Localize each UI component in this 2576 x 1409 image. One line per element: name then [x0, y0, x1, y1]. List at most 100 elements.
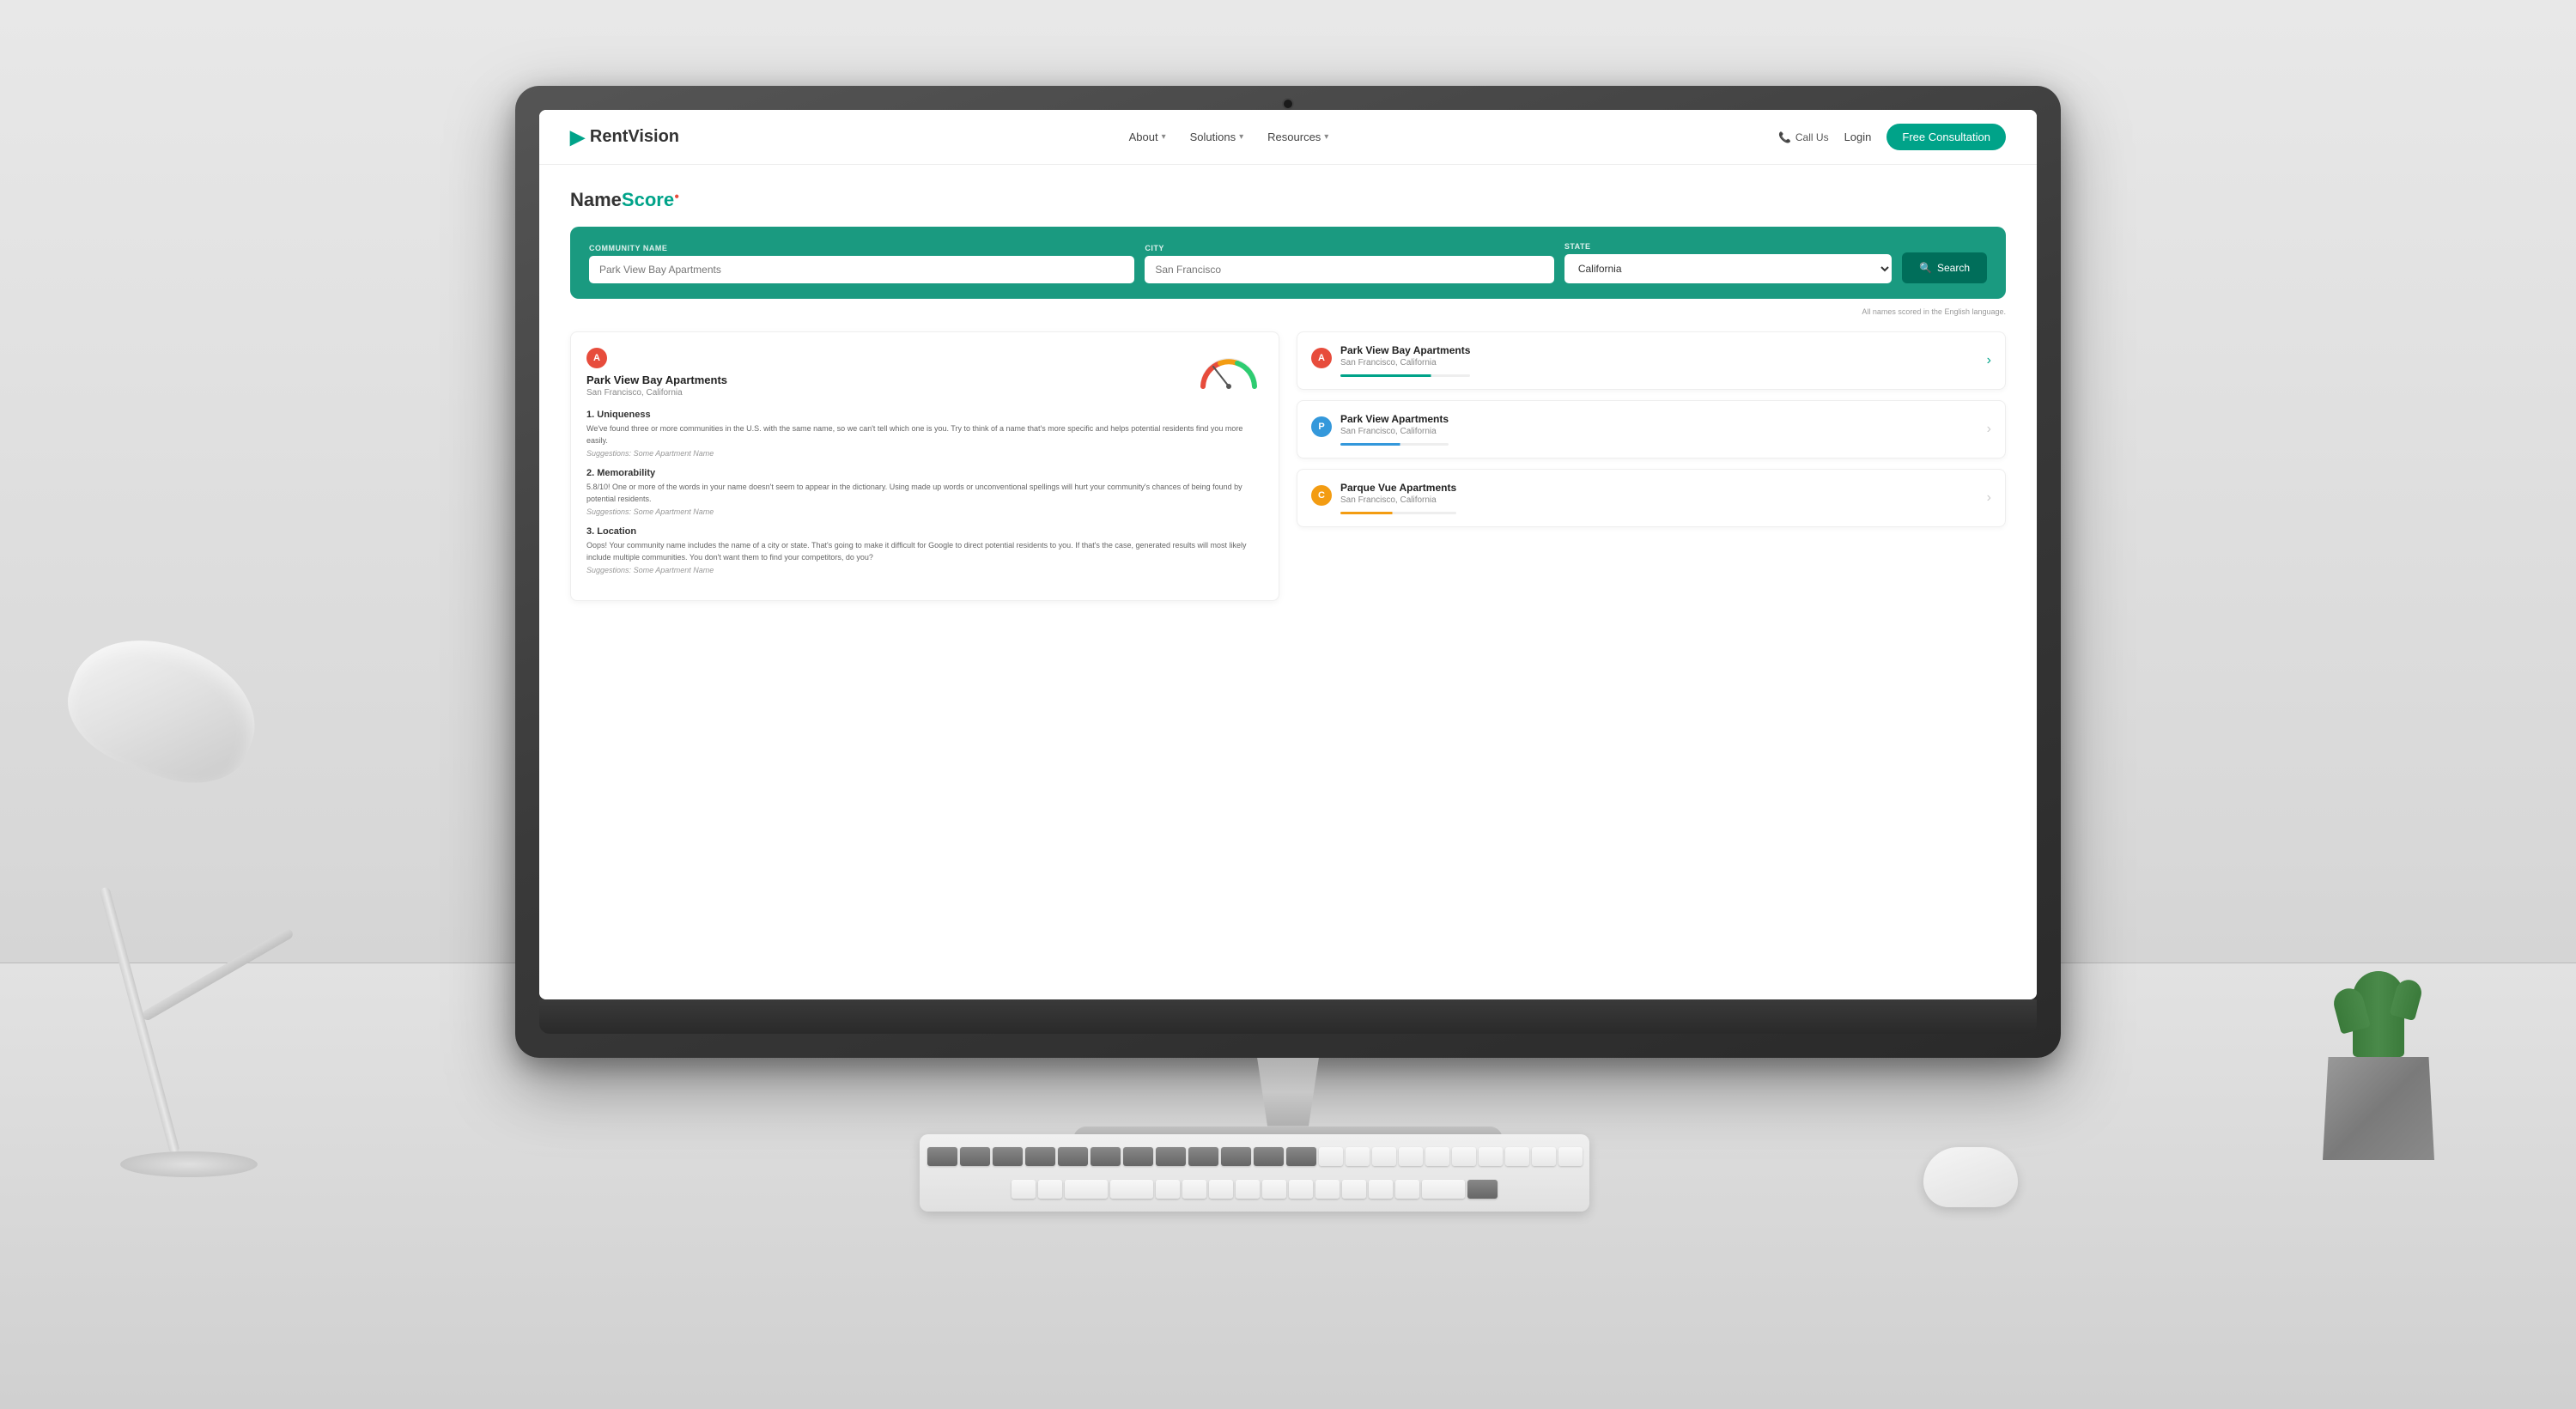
monitor: ▶ RentVision About ▾ Solutions ▾: [515, 86, 2061, 1152]
criterion-uniqueness: 1. Uniqueness We've found three or more …: [586, 410, 1263, 458]
desk-lamp: [69, 645, 395, 1177]
result-header: A Park View Bay Apartments San Francisco…: [586, 348, 1263, 398]
free-consultation-button[interactable]: Free Consultation: [1886, 124, 2006, 150]
key: [1058, 1147, 1088, 1166]
community-label: COMMUNITY NAME: [589, 244, 1134, 252]
state-select[interactable]: California New York Texas: [1564, 254, 1892, 283]
criterion-suggestion: Suggestions: Some Apartment Name: [586, 566, 1263, 574]
key: [1156, 1180, 1180, 1199]
key: [1065, 1180, 1108, 1199]
key: [1342, 1180, 1366, 1199]
result-name: Park View Bay Apartments: [586, 374, 727, 386]
monitor-frame: ▶ RentVision About ▾ Solutions ▾: [515, 86, 2061, 1058]
lamp-head: [52, 616, 274, 802]
detail-panel: A Park View Bay Apartments San Francisco…: [570, 331, 1279, 601]
disclaimer-text: All names scored in the English language…: [570, 307, 2006, 316]
monitor-camera: [1282, 98, 1294, 110]
monitor-screen: ▶ RentVision About ▾ Solutions ▾: [539, 110, 2037, 999]
key: [1286, 1147, 1316, 1166]
key: [1315, 1180, 1340, 1199]
list-item-name: Park View Bay Apartments: [1340, 344, 1470, 356]
resources-arrow: ▾: [1324, 132, 1328, 142]
community-field: COMMUNITY NAME: [589, 244, 1134, 283]
criterion-body: 5.8/10! One or more of the words in your…: [586, 482, 1263, 505]
score-bar: [1340, 512, 1456, 514]
nav-solutions[interactable]: Solutions ▾: [1190, 131, 1244, 143]
monitor-stand-neck: [1236, 1058, 1340, 1127]
list-item[interactable]: C Parque Vue Apartments San Francisco, C…: [1297, 469, 2006, 527]
results-grid: A Park View Bay Apartments San Francisco…: [570, 331, 2006, 601]
nav-resources[interactable]: Resources ▾: [1267, 131, 1328, 143]
state-field: STATE California New York Texas: [1564, 242, 1892, 283]
nav-about[interactable]: About ▾: [1129, 131, 1166, 143]
key: [1399, 1147, 1423, 1166]
key: [1532, 1147, 1556, 1166]
chevron-icon: ›: [1987, 490, 1991, 506]
cactus-decoration: [2301, 971, 2456, 1160]
key: [1209, 1180, 1233, 1199]
state-label: STATE: [1564, 242, 1892, 251]
key: [1254, 1147, 1284, 1166]
key: [1452, 1147, 1476, 1166]
list-item-info: C Parque Vue Apartments San Francisco, C…: [1311, 482, 1456, 514]
city-label: CITY: [1145, 244, 1554, 252]
nav-right: 📞 Call Us Login Free Consultation: [1778, 124, 2006, 150]
search-icon: 🔍: [1919, 262, 1932, 274]
list-item-text: Park View Apartments San Francisco, Cali…: [1340, 413, 1449, 446]
score-bar: [1340, 443, 1449, 446]
list-item[interactable]: A Park View Bay Apartments San Francisco…: [1297, 331, 2006, 390]
key: [1110, 1180, 1153, 1199]
list-grade-badge: A: [1311, 348, 1332, 368]
criterion-suggestion: Suggestions: Some Apartment Name: [586, 507, 1263, 516]
call-us-link[interactable]: 📞 Call Us: [1778, 131, 1829, 143]
list-grade-badge: C: [1311, 485, 1332, 506]
list-item[interactable]: P Park View Apartments San Francisco, Ca…: [1297, 400, 2006, 459]
key: [1236, 1180, 1260, 1199]
list-item-location: San Francisco, California: [1340, 427, 1449, 436]
score-bar: [1340, 374, 1470, 377]
key: [1289, 1180, 1313, 1199]
key: [1262, 1180, 1286, 1199]
list-item-location: San Francisco, California: [1340, 495, 1456, 505]
list-item-info: P Park View Apartments San Francisco, Ca…: [1311, 413, 1449, 446]
key: [1123, 1147, 1153, 1166]
logo-icon: ▶: [570, 126, 585, 149]
monitor-body: ▶ RentVision About ▾ Solutions ▾: [515, 86, 2061, 1152]
list-item-text: Park View Bay Apartments San Francisco, …: [1340, 344, 1470, 377]
phone-icon: 📞: [1778, 131, 1791, 143]
grade-badge: A: [586, 348, 607, 368]
list-panel: A Park View Bay Apartments San Francisco…: [1297, 331, 2006, 601]
lamp-arm: [141, 927, 295, 1022]
gauge-svg: [1194, 348, 1263, 391]
list-item-text: Parque Vue Apartments San Francisco, Cal…: [1340, 482, 1456, 514]
chevron-icon: ›: [1987, 422, 1991, 437]
city-input[interactable]: [1145, 256, 1554, 283]
score-gauge: [1194, 348, 1263, 391]
result-location: San Francisco, California: [586, 388, 727, 398]
key: [1188, 1147, 1218, 1166]
cactus-pot: [2323, 1057, 2434, 1160]
result-info: A Park View Bay Apartments San Francisco…: [586, 348, 727, 398]
search-button[interactable]: 🔍 Search: [1902, 252, 1987, 283]
criterion-title: 1. Uniqueness: [586, 410, 1263, 420]
community-input[interactable]: [589, 256, 1134, 283]
login-button[interactable]: Login: [1844, 131, 1872, 143]
key: [1221, 1147, 1251, 1166]
criterion-suggestion: Suggestions: Some Apartment Name: [586, 449, 1263, 458]
key: [1422, 1180, 1465, 1199]
solutions-arrow: ▾: [1239, 132, 1243, 142]
criterion-memorability: 2. Memorability 5.8/10! One or more of t…: [586, 468, 1263, 516]
key: [1025, 1147, 1055, 1166]
criterion-body: Oops! Your community name includes the n…: [586, 540, 1263, 563]
key: [1395, 1180, 1419, 1199]
key: [1369, 1180, 1393, 1199]
lamp-stem: [99, 886, 179, 1154]
nav-bar: ▶ RentVision About ▾ Solutions ▾: [539, 110, 2037, 165]
key: [1425, 1147, 1449, 1166]
list-item-location: San Francisco, California: [1340, 358, 1470, 367]
city-field: CITY: [1145, 244, 1554, 283]
list-item-name: Park View Apartments: [1340, 413, 1449, 425]
key: [1558, 1147, 1583, 1166]
logo-text: RentVision: [590, 127, 679, 147]
website-content: ▶ RentVision About ▾ Solutions ▾: [539, 110, 2037, 999]
